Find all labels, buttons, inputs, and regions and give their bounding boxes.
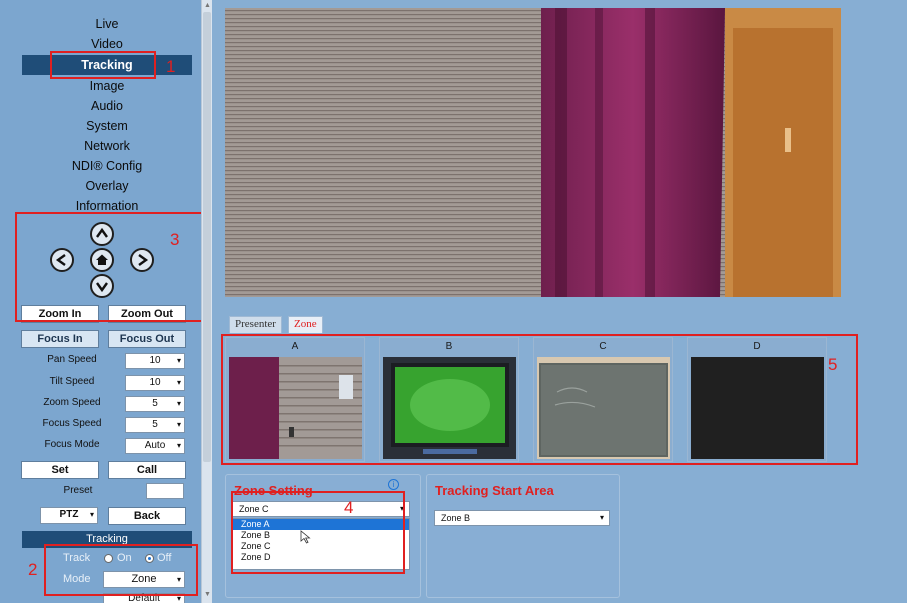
tracking-start-area-value: Zone B — [441, 513, 471, 523]
annotation-number-5: 5 — [828, 355, 838, 374]
focus-speed-select[interactable]: 5 ▾ — [125, 417, 185, 433]
sidebar-scrollbar[interactable]: ▲ ▼ — [201, 0, 212, 603]
tilt-speed-select[interactable]: 10 ▾ — [125, 375, 185, 391]
nav-item-overlay[interactable]: Overlay — [22, 176, 192, 196]
annotation-number-1: 1 — [166, 57, 176, 76]
chevron-down-icon: ▾ — [176, 441, 181, 450]
sidebar: Live Video Tracking Image Audio System N… — [0, 0, 212, 603]
scroll-down-icon[interactable]: ▼ — [204, 591, 211, 598]
annotation-box-1 — [50, 51, 156, 79]
back-button[interactable]: Back — [108, 507, 186, 525]
call-preset-button[interactable]: Call — [108, 461, 186, 479]
chevron-down-icon: ▾ — [176, 378, 181, 387]
set-preset-button[interactable]: Set — [21, 461, 99, 479]
zoom-speed-select[interactable]: 5 ▾ — [125, 396, 185, 412]
nav-item-image[interactable]: Image — [22, 76, 192, 96]
focus-out-button[interactable]: Focus Out — [108, 330, 186, 348]
pan-speed-select[interactable]: 10 ▾ — [125, 353, 185, 369]
focus-speed-value: 5 — [152, 419, 158, 430]
annotation-box-2 — [44, 544, 198, 596]
nav-item-audio[interactable]: Audio — [22, 96, 192, 116]
nav-item-system[interactable]: System — [22, 116, 192, 136]
tracking-start-area-select[interactable]: Zone B ▾ — [434, 510, 610, 526]
live-video-view — [225, 8, 841, 297]
chevron-down-icon: ▾ — [176, 399, 181, 408]
annotation-box-4 — [231, 491, 405, 574]
tab-zone[interactable]: Zone — [288, 316, 323, 333]
pan-speed-value: 10 — [149, 355, 161, 366]
tilt-speed-label: Tilt Speed — [49, 376, 95, 387]
zoom-speed-value: 5 — [152, 398, 158, 409]
preset-label: Preset — [63, 485, 93, 496]
tilt-speed-value: 10 — [149, 377, 161, 388]
annotation-box-3 — [15, 212, 208, 322]
info-circle-icon[interactable]: i — [388, 479, 399, 490]
tab-presenter[interactable]: Presenter — [229, 316, 282, 333]
ptz-mode-value: PTZ — [59, 509, 79, 520]
annotation-number-3: 3 — [170, 230, 180, 249]
focus-in-button[interactable]: Focus In — [21, 330, 99, 348]
annotation-number-4: 4 — [344, 498, 354, 517]
camera-image — [225, 8, 841, 297]
main-content: Presenter Zone A B C D 5 Zone Setting i … — [212, 0, 907, 603]
tracking-start-area-title: Tracking Start Area — [435, 483, 554, 498]
chevron-down-icon: ▾ — [176, 420, 181, 429]
preset-input[interactable] — [146, 483, 184, 499]
zoom-speed-label: Zoom Speed — [43, 397, 101, 408]
annotation-number-2: 2 — [28, 560, 38, 579]
focus-mode-value: Auto — [144, 440, 166, 451]
nav-item-network[interactable]: Network — [22, 136, 192, 156]
focus-mode-select[interactable]: Auto ▾ — [125, 438, 185, 454]
nav-item-ndi-config[interactable]: NDI® Config — [22, 156, 192, 176]
focus-speed-label: Focus Speed — [42, 418, 102, 429]
nav-item-live[interactable]: Live — [22, 14, 192, 34]
tracking-start-area-panel: Tracking Start Area — [426, 474, 620, 598]
ptz-mode-select[interactable]: PTZ ▾ — [40, 507, 98, 524]
pan-speed-label: Pan Speed — [47, 354, 97, 365]
annotation-box-5 — [221, 334, 858, 465]
chevron-down-icon: ▾ — [176, 356, 181, 365]
chevron-down-icon: ▾ — [89, 510, 94, 519]
focus-mode-label: Focus Mode — [44, 439, 100, 450]
scroll-up-icon[interactable]: ▲ — [204, 2, 211, 9]
chevron-down-icon: ▾ — [599, 513, 604, 522]
scrollbar-thumb[interactable] — [203, 12, 211, 462]
